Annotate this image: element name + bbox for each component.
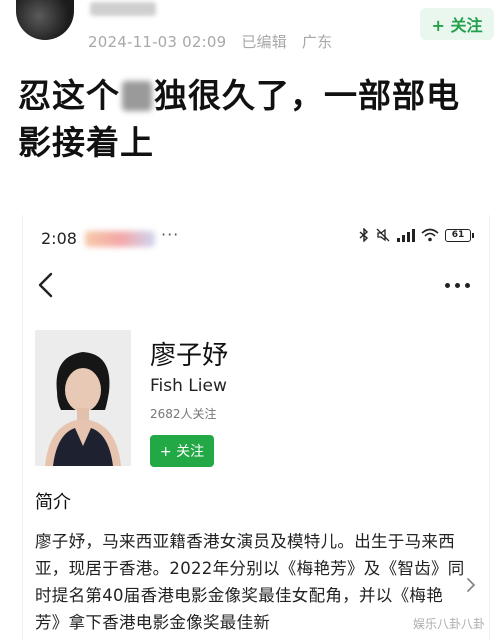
status-time: 2:08: [41, 229, 77, 248]
follower-count: 2682人关注: [150, 407, 217, 421]
status-icons: 61: [359, 228, 474, 242]
post-date: 2024-11-03 02:09: [88, 33, 227, 51]
status-more-dots: ···: [161, 225, 180, 244]
user-avatar[interactable]: [16, 0, 74, 40]
post-title: 忍这个 独很久了，一部部电影接着上: [18, 72, 488, 166]
post-title-part-1: 忍这个: [18, 76, 120, 115]
post-edited-label: 已编辑: [241, 33, 287, 51]
watermark: 娱乐八卦八卦: [412, 617, 485, 631]
follow-button[interactable]: + 关注: [420, 8, 494, 40]
profile-photo[interactable]: [35, 330, 131, 466]
username-blurred[interactable]: [90, 2, 156, 16]
mute-icon: [376, 228, 390, 242]
wifi-icon: [421, 228, 439, 242]
embedded-screenshot: 2:08 ··· 61 廖子妤 Fish Liew 2682人关注 + 关注 简…: [22, 215, 490, 640]
chevron-right-icon[interactable]: [465, 577, 477, 593]
back-arrow-icon[interactable]: [33, 270, 59, 300]
more-options-icon[interactable]: [445, 275, 475, 295]
post-location: 广东: [301, 33, 333, 51]
post-meta: 2024-11-03 02:09 已编辑 广东: [88, 31, 342, 52]
profile-english-name: Fish Liew: [150, 376, 227, 396]
intro-heading: 简介: [35, 492, 71, 513]
intro-text: 廖子妤，马来西亚籍香港女演员及模特儿。出生于马来西亚，现居于香港。2022年分别…: [35, 532, 465, 632]
signal-icon: [397, 228, 415, 242]
blurred-character: [122, 81, 152, 111]
bluetooth-icon: [359, 228, 369, 242]
profile-follow-button[interactable]: + 关注: [150, 435, 214, 467]
battery-icon: 61: [445, 228, 474, 242]
profile-name: 廖子妤: [150, 341, 229, 371]
status-notification-icons-blurred: [85, 231, 155, 247]
